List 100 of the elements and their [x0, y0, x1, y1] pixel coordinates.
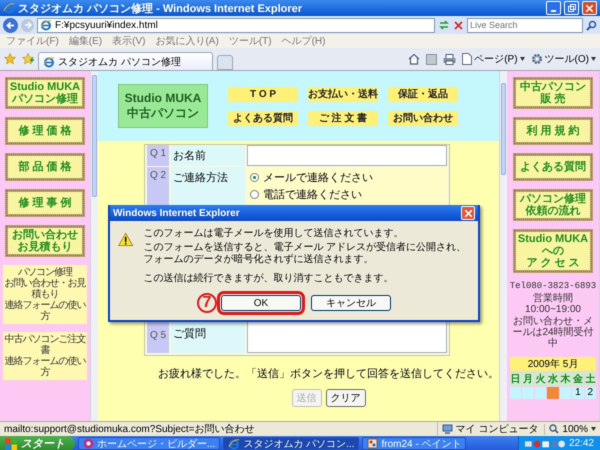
taskbar-window-button[interactable]: ホームページ・ビルダー...	[78, 437, 220, 450]
page-icon	[462, 53, 472, 65]
nav-link[interactable]: 保証・返品	[388, 86, 458, 102]
sidebar-link[interactable]: お問い合わせ お見積もり	[5, 225, 85, 257]
paint-icon	[367, 438, 378, 449]
security-zone: マイ コンピュータ	[456, 423, 538, 436]
nav-link[interactable]: お支払い・送料	[308, 86, 378, 102]
question-label: お名前	[171, 145, 245, 166]
menu-item[interactable]: 表示(V)	[112, 34, 146, 48]
weekday-cell: 土	[584, 372, 596, 386]
caret-icon	[591, 427, 596, 431]
maximize-button[interactable]	[564, 1, 579, 15]
nav-link[interactable]: ご 注 文 書	[308, 110, 378, 126]
nav-link[interactable]: T O P	[228, 86, 298, 102]
question-label: ご連絡方法	[171, 167, 245, 205]
back-arrow-icon	[6, 20, 15, 30]
forward-button[interactable]	[21, 18, 34, 32]
day-cell[interactable]: 2	[584, 387, 596, 399]
toolbar-menu-button[interactable]: ツール(O)	[530, 52, 596, 66]
menu-item[interactable]: 編集(E)	[68, 34, 102, 48]
toolbar-menu-button[interactable]: ページ(P)	[462, 52, 525, 66]
sidebar-link[interactable]: パソコン修理 依頼の流れ	[513, 189, 593, 221]
sidebar-link[interactable]: よくある質問	[513, 153, 593, 181]
app-icon	[83, 438, 94, 449]
clear-button[interactable]: クリア	[326, 389, 366, 407]
day-cell[interactable]	[522, 387, 534, 399]
help-link[interactable]: パソコン修理 お問い合わせ・お見積もり 連絡フォームの使い方	[3, 265, 87, 324]
new-tab-button[interactable]	[217, 55, 233, 70]
name-field[interactable]	[247, 145, 447, 166]
cancel-button[interactable]: キャンセル	[311, 295, 391, 311]
nav-link[interactable]: お問い合わせ	[388, 110, 458, 126]
help-link[interactable]: 中古パソコンご注文書 連絡フォームの使い方	[3, 332, 87, 380]
scrollbar[interactable]	[499, 71, 507, 421]
zoom-button[interactable]: 100%	[544, 424, 596, 434]
status-text: mailto:support@studiomuka.com?Subject=お問い合わせ	[4, 423, 255, 436]
site-logo[interactable]: Studio MUKA 中古パソコン	[118, 84, 208, 128]
day-cell[interactable]	[547, 387, 559, 399]
stop-icon[interactable]	[453, 20, 464, 30]
contact-info-text: お問い合わせ・メールは24時間受付中	[511, 316, 595, 349]
option-label: 電話で連絡ください	[263, 188, 362, 202]
nav-link[interactable]: よくある質問	[228, 110, 298, 126]
add-favorite-icon[interactable]	[22, 53, 34, 65]
refresh-icon[interactable]	[438, 19, 450, 31]
contact-info-text: 営業時間 10:00~19:00	[524, 293, 582, 315]
window-title: スタジオムカ パソコン修理 - Windows Internet Explorer	[18, 2, 304, 16]
caret-icon	[591, 57, 596, 61]
weekday-cell: 月	[522, 372, 534, 386]
sidebar-link[interactable]: 修 理 価 格	[5, 117, 85, 145]
day-cell[interactable]: 1	[572, 387, 584, 399]
menu-item[interactable]: ヘルプ(H)	[282, 34, 326, 48]
windows-logo-icon	[5, 438, 17, 450]
star-icon[interactable]	[4, 53, 16, 65]
contact-info-text: Tel080-3823-6893	[509, 281, 597, 292]
sidebar-link[interactable]: 利 用 規 約	[513, 117, 593, 145]
calendar-title: 2009年 5月	[510, 357, 596, 371]
day-cell[interactable]	[560, 387, 572, 399]
radio-button[interactable]	[250, 173, 259, 182]
search-icon[interactable]	[586, 20, 597, 30]
taskbar-window-button[interactable]: スタジオムカ パソコン...	[223, 437, 360, 450]
sidebar-link[interactable]: 部 品 価 格	[5, 153, 85, 181]
clock: 22:42	[568, 438, 594, 449]
radio-button[interactable]	[250, 190, 259, 199]
sidebar-link[interactable]: 修 理 事 例	[5, 189, 85, 217]
weekday-cell: 木	[560, 372, 572, 386]
scrollbar[interactable]	[90, 71, 98, 421]
sidebar-link[interactable]: 中古パソコン 販 売	[513, 77, 593, 109]
taskbar-window-button[interactable]: from24 - ペイント	[362, 437, 466, 450]
caret-icon	[520, 57, 525, 61]
weekday-cell: 水	[547, 372, 559, 386]
weekday-cell: 火	[534, 372, 546, 386]
weekday-cell: 金	[572, 372, 584, 386]
home-icon[interactable]	[408, 53, 420, 65]
menu-item[interactable]: ツール(T)	[228, 34, 272, 48]
computer-icon	[442, 424, 453, 434]
printer-icon[interactable]	[443, 54, 456, 64]
close-button[interactable]	[461, 206, 475, 220]
sidebar-link[interactable]: Studio MUKA への ア ク セ ス	[513, 229, 593, 273]
browser-logo-icon	[43, 56, 55, 68]
search-field[interactable]: Live Search	[467, 18, 583, 32]
day-cell[interactable]	[534, 387, 546, 399]
close-icon	[464, 210, 472, 216]
close-button[interactable]	[582, 1, 597, 15]
menu-item[interactable]: お気に入り(A)	[155, 34, 219, 48]
restore-icon	[568, 4, 576, 12]
browser-tab[interactable]: スタジオムカ パソコン修理	[38, 52, 213, 70]
back-button[interactable]	[3, 18, 18, 32]
magnifier-icon	[549, 424, 560, 434]
weekday-cell: 日	[510, 372, 522, 386]
start-button[interactable]: スタート	[0, 436, 75, 450]
option-label: メールで連絡ください	[263, 171, 373, 185]
day-cell[interactable]	[510, 387, 522, 399]
menu-item[interactable]: ファイル(F)	[6, 34, 59, 48]
address-field[interactable]: F:¥pcsyuuri¥index.html	[37, 18, 435, 32]
instruction-text: お疲れ様でした。「送信」ボタンを押して回答を送信してください。	[158, 367, 499, 381]
tray-icons-drawing	[524, 438, 565, 450]
sidebar-link[interactable]: Studio MUKA パソコン修理	[5, 77, 85, 109]
browser-logo-icon	[3, 2, 15, 14]
minimize-button[interactable]	[546, 1, 561, 15]
browser-logo-icon	[40, 19, 52, 31]
gear-icon	[530, 53, 543, 65]
